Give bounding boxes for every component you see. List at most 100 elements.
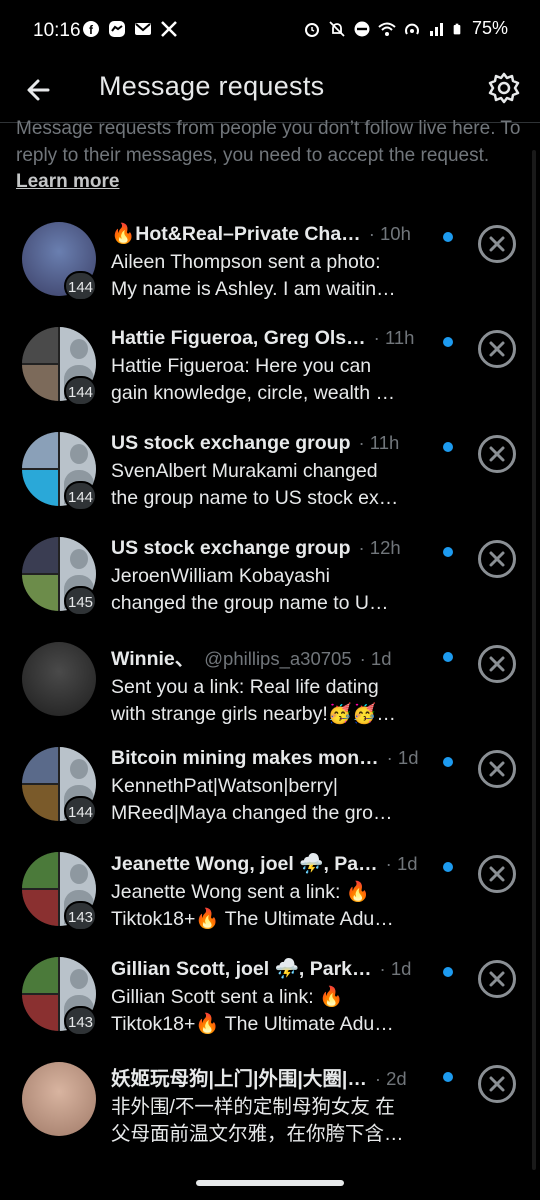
status-time: 10:16 <box>33 20 81 41</box>
member-photo <box>22 957 58 993</box>
request-row[interactable]: 143 Gillian Scott, joel ⛈️, Park… · 1d Gill… <box>0 940 540 1045</box>
preview-line: Tiktok18+🔥 The Ultimate Adu… <box>111 1013 394 1035</box>
close-icon <box>489 446 505 462</box>
dismiss-button[interactable] <box>478 645 516 683</box>
sender-handle: @phillips_a30705 <box>204 648 352 669</box>
message-preview: JeroenWilliam Kobayashi changed the group… <box>111 563 421 617</box>
gear-icon[interactable] <box>486 70 522 106</box>
message-requests-list: 144 🔥Hot&Real–Private Cha… · 10h Aileen Tho… <box>0 205 540 1150</box>
page-title: Message requests <box>99 71 325 101</box>
dnd-icon <box>354 21 370 36</box>
dismiss-button[interactable] <box>478 435 516 473</box>
preview-line: Tiktok18+🔥 The Ultimate Adu… <box>111 908 394 930</box>
preview-line: JeroenWilliam Kobayashi <box>111 565 330 587</box>
member-count-badge: 143 <box>64 901 98 931</box>
sender-name: 妖姬玩母狗|上门|外围|大圈|… <box>111 1068 367 1090</box>
unread-dot <box>443 547 453 557</box>
preview-line: KennethPat|Watson|berry| <box>111 775 338 797</box>
timestamp: · 12h <box>358 537 401 558</box>
request-content: Jeanette Wong, joel ⛈️, Pa… · 1d Jeanette … <box>111 852 421 933</box>
gmail-icon <box>135 23 151 35</box>
dismiss-button[interactable] <box>478 330 516 368</box>
status-bar: 10:16 f 75% <box>0 0 540 62</box>
close-icon <box>489 971 505 987</box>
wifi-icon <box>378 22 396 36</box>
intro-text: Message requests from people you don’t f… <box>16 116 526 196</box>
x-icon <box>161 21 177 37</box>
dismiss-button[interactable] <box>478 960 516 998</box>
request-row[interactable]: 妖姬玩母狗|上门|外围|大圈|… · 2d 非外围/不一样的定制母狗女友 在父母面前… <box>0 1045 540 1150</box>
sender-name: Jeanette Wong, joel ⛈️, Pa… <box>111 853 378 875</box>
avatar[interactable] <box>22 642 96 716</box>
unread-dot <box>443 442 453 452</box>
battery-percent: 75% <box>471 18 508 38</box>
request-row[interactable]: 144 Hattie Figueroa, Greg Ols… · 11h Hattie… <box>0 310 540 415</box>
close-icon <box>489 656 505 672</box>
preview-line: the group name to US stock ex… <box>111 487 399 509</box>
dismiss-button[interactable] <box>478 225 516 263</box>
message-preview: KennethPat|Watson|berry| MReed|Maya chang… <box>111 773 421 827</box>
sender-name: Bitcoin mining makes mon… <box>111 747 379 769</box>
dismiss-button[interactable] <box>478 855 516 893</box>
request-row[interactable]: 144 🔥Hot&Real–Private Cha… · 10h Aileen Tho… <box>0 205 540 310</box>
timestamp: · 1d <box>386 747 419 768</box>
learn-more-link[interactable]: Learn more <box>16 171 119 192</box>
home-indicator[interactable] <box>196 1180 344 1186</box>
system-icons: 75% <box>303 18 508 39</box>
dismiss-button[interactable] <box>478 540 516 578</box>
unread-dot <box>443 967 453 977</box>
avatar[interactable] <box>22 1062 96 1136</box>
message-preview: SvenAlbert Murakami changed the group nam… <box>111 458 421 512</box>
member-count-badge: 144 <box>64 481 98 511</box>
request-content: 🔥Hot&Real–Private Cha… · 10h Aileen Thomps… <box>111 222 421 303</box>
preview-line: Sent you a link: Real life dating <box>111 676 379 698</box>
preview-line: Hattie Figueroa: Here you can <box>111 355 372 377</box>
request-row[interactable]: Winnie、 @phillips_a30705 · 1d Sent you a li… <box>0 625 540 730</box>
unread-dot <box>443 652 453 662</box>
message-preview: Sent you a link: Real life dating with st… <box>111 674 421 728</box>
request-content: Hattie Figueroa, Greg Ols… · 11h Hattie Fi… <box>111 327 421 407</box>
member-count-badge: 143 <box>64 1006 98 1036</box>
member-photo <box>22 327 58 363</box>
message-preview: Jeanette Wong sent a link: 🔥 Tiktok18+🔥 T… <box>111 879 421 933</box>
close-icon <box>489 866 505 882</box>
preview-line: Gillian Scott sent a link: 🔥 <box>111 986 344 1008</box>
preview-line: 非外围/不一样的定制母狗女友 在 <box>111 1096 395 1118</box>
scrollbar[interactable] <box>532 150 536 1170</box>
member-count-badge: 144 <box>64 376 98 406</box>
dismiss-button[interactable] <box>478 1065 516 1103</box>
alarm-icon <box>304 22 319 37</box>
timestamp: · 1d <box>385 853 418 874</box>
mute-icon <box>329 20 345 37</box>
timestamp: · 1d <box>379 958 412 979</box>
unread-dot <box>443 1072 453 1082</box>
close-icon <box>489 1076 505 1092</box>
request-row[interactable]: 144 Bitcoin mining makes mon… · 1d KennethP… <box>0 730 540 835</box>
unread-dot <box>443 757 453 767</box>
close-icon <box>489 341 505 357</box>
request-content: Winnie、 @phillips_a30705 · 1d Sent you a li… <box>111 642 421 728</box>
close-icon <box>489 761 505 777</box>
request-row[interactable]: 145 US stock exchange group · 12h JeroenWil… <box>0 520 540 625</box>
messenger-icon <box>109 21 125 37</box>
preview-line: Aileen Thompson sent a photo: <box>111 251 381 273</box>
sender-name: Winnie、 <box>111 648 195 670</box>
timestamp: · 11h <box>373 327 415 348</box>
preview-line: with strange girls nearby!🥳🥳… <box>111 703 396 725</box>
member-photo <box>22 537 58 573</box>
hotspot-icon <box>404 23 419 35</box>
dismiss-button[interactable] <box>478 750 516 788</box>
request-row[interactable]: 143 Jeanette Wong, joel ⛈️, Pa… · 1d Jeanet… <box>0 835 540 940</box>
arrow-left-icon[interactable] <box>22 72 58 108</box>
member-photo <box>22 470 58 506</box>
member-photo <box>22 995 58 1031</box>
sender-name: Hattie Figueroa, Greg Ols… <box>111 327 366 349</box>
message-preview: Aileen Thompson sent a photo: My name is … <box>111 249 421 303</box>
battery-icon <box>453 23 461 34</box>
unread-dot <box>443 337 453 347</box>
request-row[interactable]: 144 US stock exchange group · 11h SvenAlber… <box>0 415 540 520</box>
facebook-icon: f <box>83 21 99 37</box>
sender-name: Gillian Scott, joel ⛈️, Park… <box>111 958 372 980</box>
request-content: Bitcoin mining makes mon… · 1d KennethPat|… <box>111 747 421 827</box>
message-preview: Hattie Figueroa: Here you can gain knowle… <box>111 353 421 407</box>
